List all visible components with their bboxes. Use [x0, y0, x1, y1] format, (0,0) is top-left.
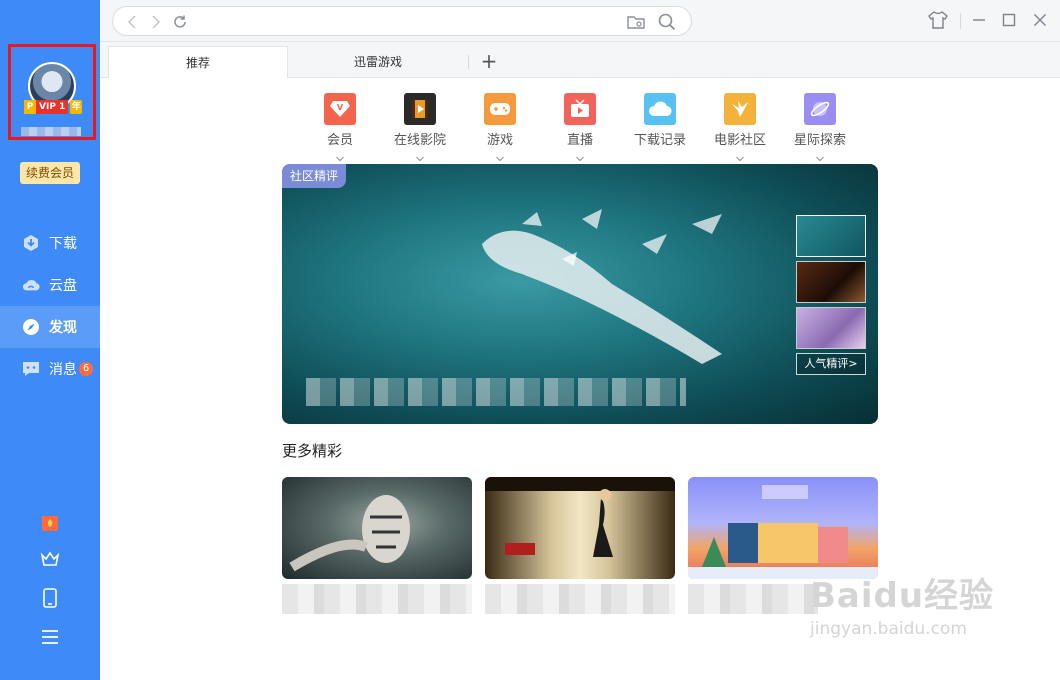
card-caption-obscured — [282, 584, 472, 614]
quick-item-label: 会员 — [326, 133, 353, 148]
quick-item-star-explore[interactable]: 星际探索 — [780, 93, 860, 162]
banner-thumb-1[interactable] — [796, 215, 866, 257]
minimize-icon[interactable] — [969, 10, 989, 30]
card-image — [485, 477, 675, 557]
content-card[interactable] — [282, 477, 472, 579]
quick-item-vip[interactable]: V 会员 — [300, 93, 380, 162]
tab-xunlei-games[interactable]: 迅雷游戏 — [288, 46, 468, 78]
chevron-down-icon[interactable] — [416, 155, 424, 163]
user-profile-highlight[interactable]: P VIP 1 年 — [8, 44, 96, 140]
banner-thumb-3[interactable] — [796, 307, 866, 349]
card-caption-obscured — [688, 584, 818, 614]
quick-item-label: 下载记录 — [633, 133, 686, 148]
tab-recommend[interactable]: 推荐 — [108, 46, 288, 78]
refresh-icon[interactable] — [171, 13, 189, 31]
compass-icon — [22, 318, 40, 336]
sidebar-item-cloud[interactable]: 云盘 — [0, 264, 100, 306]
quick-item-download-history[interactable]: 下载记录 — [620, 93, 700, 159]
featured-banner[interactable]: 社区精评 人气精评> — [282, 164, 878, 424]
tv-play-icon — [564, 93, 596, 125]
chevron-down-icon[interactable] — [496, 155, 504, 163]
sidebar-item-discover[interactable]: 发现 — [0, 306, 100, 348]
watermark-url: jingyan.baidu.com — [810, 619, 967, 639]
divider — [468, 55, 469, 69]
gamepad-icon — [484, 93, 516, 125]
forward-icon[interactable] — [147, 13, 165, 31]
fire-gift-icon[interactable] — [38, 510, 62, 534]
unread-count-badge: 6 — [79, 362, 93, 376]
vip-p-label: P — [24, 100, 36, 114]
chevron-down-icon[interactable] — [816, 155, 824, 163]
banner-tag: 社区精评 — [282, 164, 347, 188]
vip-year-label: 年 — [70, 100, 83, 114]
download-icon — [22, 234, 40, 252]
sidebar-item-label: 发现 — [49, 320, 77, 336]
address-bar[interactable] — [112, 6, 692, 36]
watermark: Baidu经验 jingyan.baidu.com — [810, 568, 1010, 658]
crown-icon[interactable] — [38, 547, 62, 571]
username-obscured — [21, 127, 81, 136]
banner-thumb-2[interactable] — [796, 261, 866, 303]
menu-icon[interactable] — [38, 625, 62, 649]
content-card[interactable] — [485, 477, 675, 579]
toolbar — [100, 0, 1060, 42]
svg-text:V: V — [337, 103, 344, 112]
close-icon[interactable] — [1030, 10, 1050, 30]
phone-icon[interactable] — [38, 586, 62, 610]
watermark-logo: Baidu经验 — [810, 576, 995, 616]
sidebar-item-label: 下载 — [49, 236, 77, 252]
card-image — [688, 485, 878, 579]
card-caption-obscured — [485, 584, 675, 614]
folder-icon[interactable] — [627, 13, 645, 31]
quick-item-label: 电影社区 — [713, 133, 766, 148]
chevron-down-icon[interactable] — [736, 155, 744, 163]
quick-item-online-cinema[interactable]: 在线影院 — [380, 93, 460, 162]
sidebar-item-label: 消息 — [49, 362, 77, 378]
skin-shirt-icon[interactable] — [928, 10, 948, 30]
section-title: 更多精彩 — [282, 442, 343, 460]
popular-reviews-link[interactable]: 人气精评> — [796, 353, 866, 375]
tab-bar: 推荐 迅雷游戏 + — [100, 42, 1060, 78]
quick-item-label: 在线影院 — [393, 133, 446, 148]
sidebar-item-label: 云盘 — [49, 278, 77, 294]
quick-item-games[interactable]: 游戏 — [460, 93, 540, 162]
vip-diamond-icon: V — [324, 93, 356, 125]
vip-badge: P VIP 1 年 — [24, 100, 83, 114]
maximize-icon[interactable] — [999, 10, 1019, 30]
banner-image — [482, 209, 722, 364]
sidebar-item-messages[interactable]: 消息 6 — [0, 348, 100, 390]
quick-item-label: 游戏 — [486, 133, 513, 148]
banner-caption-obscured — [306, 378, 686, 406]
app-window: P VIP 1 年 续费会员 下载 云盘 发现 消息 6 推荐 迅雷游戏 + V… — [0, 0, 1060, 680]
cloud-icon — [644, 93, 676, 125]
quick-item-label: 星际探索 — [793, 133, 846, 148]
chevron-down-icon[interactable] — [576, 155, 584, 163]
message-icon — [22, 360, 40, 378]
add-tab-button[interactable]: + — [478, 50, 500, 72]
film-icon — [404, 93, 436, 125]
bird-icon — [724, 93, 756, 125]
vip-level-label: VIP 1 — [36, 100, 69, 114]
back-icon[interactable] — [123, 13, 141, 31]
chevron-down-icon[interactable] — [336, 155, 344, 163]
renew-vip-button[interactable]: 续费会员 — [20, 162, 80, 184]
sidebar-item-download[interactable]: 下载 — [0, 222, 100, 264]
planet-icon — [804, 93, 836, 125]
card-image — [289, 495, 410, 572]
quick-item-label: 直播 — [566, 133, 593, 148]
cloud-icon — [22, 276, 40, 294]
search-icon[interactable] — [658, 13, 676, 31]
content-card[interactable] — [688, 477, 878, 579]
quick-item-movie-community[interactable]: 电影社区 — [700, 93, 780, 162]
sidebar: P VIP 1 年 续费会员 下载 云盘 发现 消息 6 — [0, 0, 100, 680]
quick-item-live[interactable]: 直播 — [540, 93, 620, 162]
divider — [960, 13, 961, 29]
